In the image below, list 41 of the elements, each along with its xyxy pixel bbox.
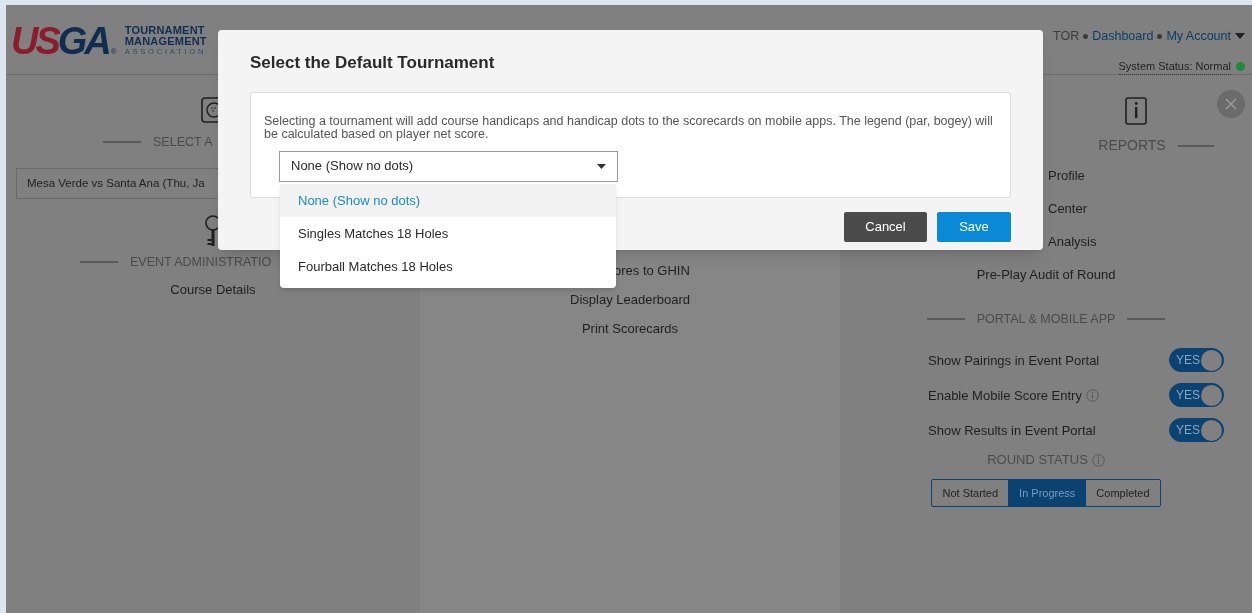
toggle-label: Show Results in Event Portal (928, 421, 1096, 440)
logo-wordmark: GA (57, 21, 109, 60)
user-name: TOR (1053, 28, 1080, 45)
modal-description: Selecting a tournament will add course handicaps and handicap dots to the scorecards on mobile apps. The legend (par, bogey) will be calculated based on player net score. (264, 114, 994, 141)
dropdown-option[interactable]: Fourball Matches 18 Holes (280, 250, 616, 283)
document-icon (1125, 97, 1147, 125)
status-option[interactable]: Not Started (932, 479, 1009, 506)
nav-link[interactable]: My Account (1166, 27, 1231, 46)
status-option[interactable]: In Progress (1008, 479, 1086, 506)
menu-link[interactable]: Profile (1048, 166, 1085, 189)
toggle-label: Show Pairings in Event Portal (928, 351, 1100, 370)
logo-text: MANAGEMENT (124, 36, 207, 48)
dropdown-option[interactable]: None (Show no dots) (280, 184, 616, 217)
tournament-select[interactable]: None (Show no dots) (279, 150, 618, 182)
close-icon (1225, 98, 1237, 110)
dropdown-option[interactable]: Singles Matches 18 Holes (280, 217, 616, 250)
nav-link[interactable]: Dashboard (1092, 27, 1154, 46)
menu-link[interactable]: Center (1048, 199, 1088, 222)
system-status: System Status: Normal (1118, 57, 1231, 76)
toggle-label: Enable Mobile Score Entry (928, 386, 1082, 405)
toggle-switch[interactable]: YES (1169, 418, 1224, 443)
modal-title: Select the Default Tournament (250, 52, 496, 74)
menu-link[interactable]: Analysis (1048, 232, 1097, 255)
close-button[interactable] (1217, 90, 1245, 118)
logo-wordmark: US (11, 21, 58, 60)
toggle-switch[interactable]: YES (1169, 383, 1224, 408)
save-button[interactable]: Save (937, 211, 1011, 242)
caret-icon (597, 163, 606, 169)
status-option[interactable]: Completed (1085, 479, 1160, 506)
tournament-select[interactable]: Mesa Verde vs Santa Ana (Thu, Ja (16, 167, 220, 199)
logo-text: TOURNAMENT (124, 25, 206, 37)
info-icon[interactable] (1085, 388, 1099, 402)
menu-link[interactable]: Display Leaderboard (570, 290, 690, 319)
toggle-switch[interactable]: YES (1169, 348, 1224, 373)
menu-link[interactable]: Print Scorecards (581, 319, 679, 348)
info-icon[interactable] (1091, 453, 1105, 467)
cancel-button[interactable]: Cancel (844, 211, 927, 242)
caret-icon[interactable] (1235, 33, 1245, 40)
menu-link[interactable]: Course Details (170, 279, 256, 299)
menu-link[interactable]: Pre-Play Audit of Round (976, 265, 1116, 285)
registered-mark: ® (110, 45, 117, 58)
